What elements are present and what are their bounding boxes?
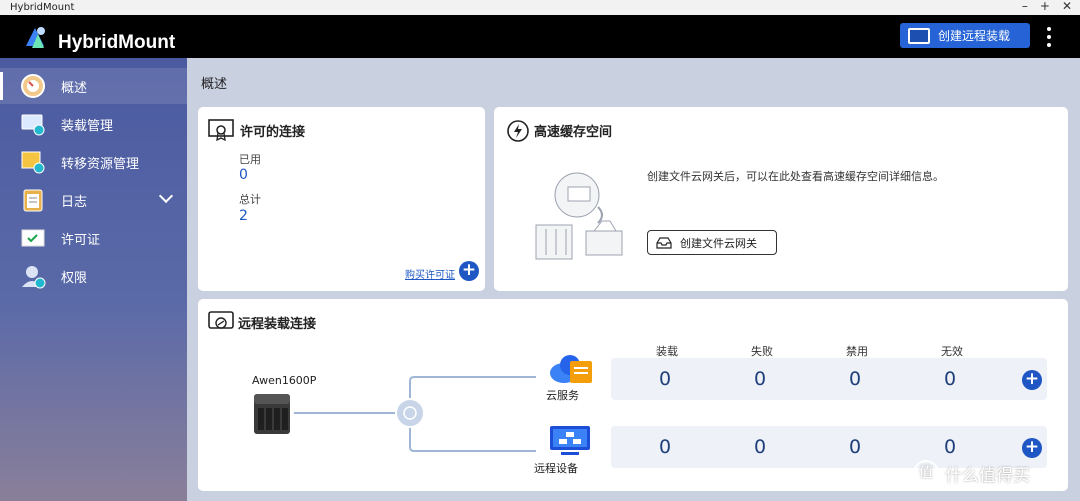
- maximize-icon[interactable]: +: [1040, 0, 1050, 13]
- create-remote-mount-button[interactable]: 创建远程装载: [900, 23, 1030, 48]
- stat-value: 0: [658, 368, 672, 390]
- create-cloud-gateway-label: 创建文件云网关: [680, 236, 757, 250]
- close-icon[interactable]: ✕: [1062, 0, 1072, 13]
- minimize-icon[interactable]: –: [1022, 0, 1028, 13]
- watermark: 值 什么值得买: [913, 460, 1030, 486]
- hybridmount-logo-icon: [26, 27, 45, 48]
- remote-device-icon: [550, 426, 590, 455]
- watermark-logo-icon: 值: [913, 460, 939, 486]
- cache-card-title: 高速缓存空间: [534, 125, 613, 140]
- buy-license-link[interactable]: 购买许可证: [405, 266, 455, 281]
- sidebar-item-overview[interactable]: 概述: [0, 68, 187, 104]
- license-certificate-icon: [21, 229, 45, 247]
- window-title: HybridMount: [10, 2, 75, 13]
- used-label: 已用: [239, 153, 261, 166]
- sidebar-item-label: 日志: [61, 194, 88, 210]
- license-card-title: 许可的连接: [240, 125, 306, 140]
- speed-cache-icon: [507, 120, 529, 142]
- stat-value: 0: [658, 436, 672, 458]
- column-header-mounted: 装载: [656, 345, 678, 358]
- sidebar-item-label: 概述: [61, 80, 88, 96]
- stat-value: 0: [943, 436, 957, 458]
- create-remote-mount-label: 创建远程装载: [938, 29, 1011, 43]
- column-header-disabled: 禁用: [846, 345, 868, 358]
- dashboard-gauge-icon: [21, 74, 45, 98]
- total-value: 2: [239, 208, 248, 224]
- sidebar-item-label: 转移资源管理: [61, 156, 140, 172]
- cache-description: 创建文件云网关后，可以在此处查看高速缓存空间详细信息。: [647, 170, 944, 183]
- sidebar-item-logs[interactable]: 日志: [0, 182, 187, 218]
- create-cloud-gateway-button[interactable]: 创建文件云网关: [647, 230, 777, 255]
- cloud-service-stats-row[interactable]: 0 0 0 0: [611, 358, 1047, 400]
- column-header-failed: 失败: [751, 345, 773, 358]
- sidebar: 概述 装载管理 转移资源管理 日志 许可证 权限: [0, 58, 187, 501]
- user-permission-icon: [22, 266, 46, 289]
- add-cloud-service-icon[interactable]: +: [1022, 370, 1042, 390]
- sidebar-item-mount-management[interactable]: 装载管理: [0, 106, 187, 142]
- page-title: 概述: [201, 77, 228, 92]
- remote-device-label: 远程设备: [534, 462, 578, 475]
- app-title: HybridMount: [58, 32, 176, 53]
- stat-value: 0: [848, 436, 862, 458]
- column-header-invalid: 无效: [941, 345, 963, 358]
- sidebar-item-transfer-resources[interactable]: 转移资源管理: [0, 144, 187, 180]
- used-value: 0: [239, 167, 248, 183]
- sidebar-item-permissions[interactable]: 权限: [0, 258, 187, 294]
- app-header: HybridMount 创建远程装载: [0, 15, 1080, 58]
- sidebar-item-label: 装载管理: [61, 118, 114, 134]
- add-remote-device-icon[interactable]: +: [1022, 438, 1042, 458]
- kebab-menu-icon[interactable]: [1046, 27, 1052, 47]
- nas-device-icon: [254, 394, 290, 434]
- log-clipboard-icon: [23, 189, 43, 212]
- certificate-icon: [208, 119, 234, 141]
- stat-value: 0: [848, 368, 862, 390]
- cloud-gateway-illustration-icon: [535, 172, 623, 260]
- stat-value: 0: [753, 368, 767, 390]
- total-label: 总计: [239, 193, 261, 206]
- connection-lines: [294, 376, 536, 452]
- remote-monitor-icon: [908, 27, 930, 44]
- sidebar-item-label: 许可证: [61, 232, 101, 248]
- window-titlebar: HybridMount – + ✕: [0, 0, 1080, 15]
- stat-value: 0: [753, 436, 767, 458]
- cloud-service-label: 云服务: [546, 389, 579, 402]
- license-card: 许可的连接 已用 0 总计 2 购买许可证 +: [198, 107, 485, 291]
- cloud-service-icon: [550, 355, 592, 383]
- sidebar-item-license[interactable]: 许可证: [0, 220, 187, 256]
- watermark-text: 什么值得买: [945, 465, 1030, 486]
- add-license-icon[interactable]: +: [459, 261, 479, 281]
- remote-card-title: 远程装载连接: [238, 317, 317, 332]
- chevron-down-icon[interactable]: [158, 188, 174, 204]
- remote-connection-icon: [208, 311, 234, 329]
- inbox-tray-icon: [656, 236, 672, 249]
- stat-value: 0: [943, 368, 957, 390]
- cache-space-card: 高速缓存空间 创建文件云网关后，可以在此处查看高速缓存空间详细信息。 创建文件云…: [494, 107, 1068, 291]
- mount-management-icon: [21, 114, 45, 136]
- main-content: 概述 许可的连接 已用 0 总计 2 购买许可证 + 高速缓存空间 创建文件云网…: [187, 58, 1080, 501]
- sidebar-item-label: 权限: [61, 270, 88, 286]
- transfer-resource-icon: [21, 151, 45, 174]
